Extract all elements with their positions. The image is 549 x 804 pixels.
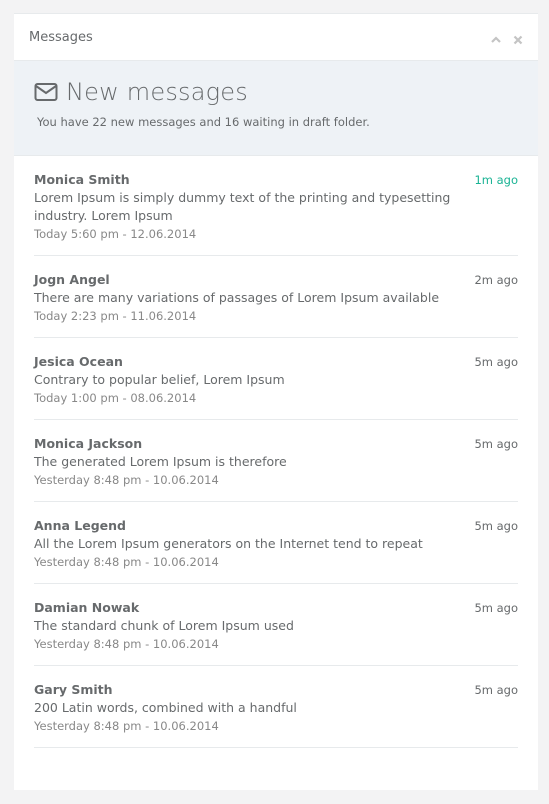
message-sender: Damian Nowak [34,600,140,615]
message-date: Today 5:60 pm - 12.06.2014 [34,227,197,241]
message-time-ago: 1m ago [474,173,518,187]
collapse-chevron-up-icon[interactable] [490,31,502,43]
message-sender: Jesica Ocean [34,354,123,369]
message-text: The generated Lorem Ipsum is therefore [34,454,287,469]
panel-title: Messages [29,29,93,45]
message-time-ago: 5m ago [474,437,518,451]
message-list: Monica Smith Lorem Ipsum is simply dummy… [14,156,538,748]
message-date: Yesterday 8:48 pm - 10.06.2014 [34,719,219,733]
message-sender: Monica Jackson [34,436,143,451]
message-item[interactable]: Monica Jackson The generated Lorem Ipsum… [34,420,518,502]
header-title: New messages [66,78,248,106]
message-sender: Monica Smith [34,172,130,187]
message-item[interactable]: Anna Legend All the Lorem Ipsum generato… [34,502,518,584]
message-sender: Anna Legend [34,518,126,533]
message-time-ago: 5m ago [474,519,518,533]
panel-title-bar: Messages [14,14,538,61]
message-text: 200 Latin words, combined with a handful [34,700,297,715]
message-date: Yesterday 8:48 pm - 10.06.2014 [34,637,219,651]
message-sender: Jogn Angel [34,272,110,287]
message-time-ago: 5m ago [474,355,518,369]
message-time-ago: 5m ago [474,601,518,615]
close-icon[interactable] [512,31,524,45]
message-text: Contrary to popular belief, Lorem Ipsum [34,372,285,387]
message-time-ago: 5m ago [474,683,518,697]
message-item[interactable]: Monica Smith Lorem Ipsum is simply dummy… [34,156,518,256]
message-text: There are many variations of passages of… [34,290,440,305]
message-text: The standard chunk of Lorem Ipsum used [34,618,294,633]
message-text: All the Lorem Ipsum generators on the In… [34,536,423,551]
messages-panel: Messages New messages You have 22 new me… [14,13,538,790]
message-text: Lorem Ipsum is simply dummy text of the … [34,190,451,223]
message-date: Yesterday 8:48 pm - 10.06.2014 [34,555,219,569]
message-date: Yesterday 8:48 pm - 10.06.2014 [34,473,219,487]
message-item[interactable]: Jesica Ocean Contrary to popular belief,… [34,338,518,420]
message-item[interactable]: Gary Smith 200 Latin words, combined wit… [34,666,518,748]
message-time-ago: 2m ago [474,273,518,287]
header-subtitle: You have 22 new messages and 16 waiting … [37,115,370,129]
panel-tools [490,31,524,45]
message-item[interactable]: Damian Nowak The standard chunk of Lorem… [34,584,518,666]
message-date: Today 1:00 pm - 08.06.2014 [34,391,197,405]
message-sender: Gary Smith [34,682,113,697]
message-date: Today 2:23 pm - 11.06.2014 [34,309,197,323]
message-item[interactable]: Jogn Angel There are many variations of … [34,256,518,338]
envelope-icon [34,83,58,101]
new-messages-header: New messages You have 22 new messages an… [14,61,538,156]
